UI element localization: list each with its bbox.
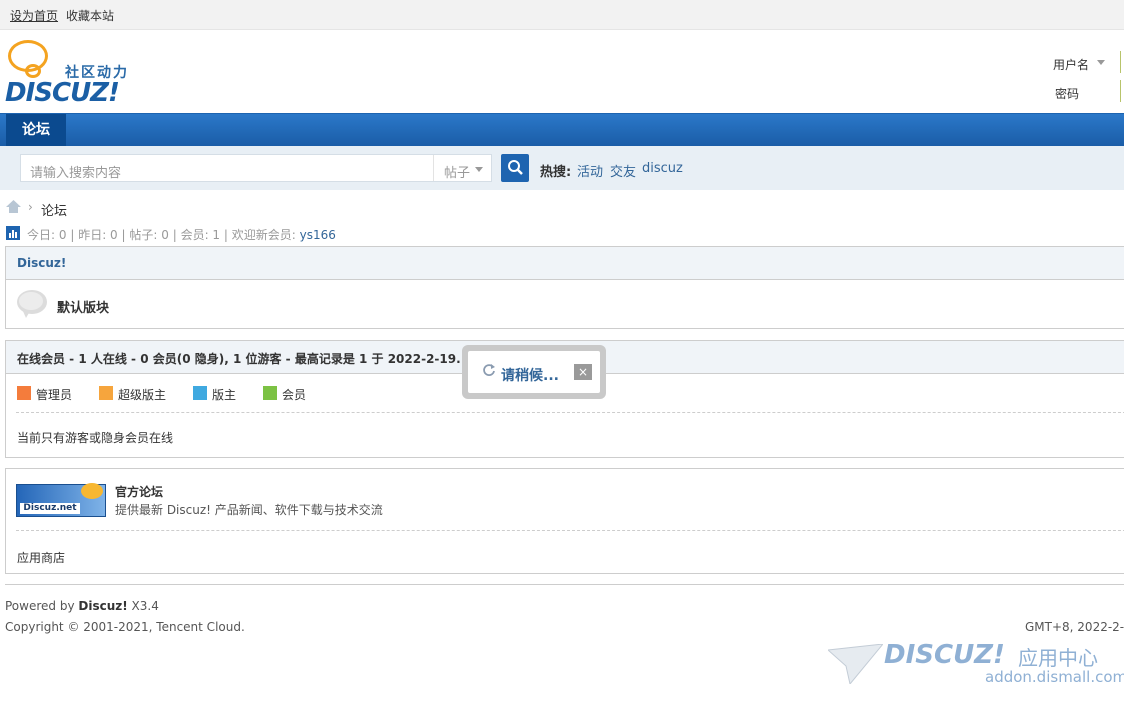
app-store-link[interactable]: 应用商店	[17, 549, 65, 566]
discuz-net-badge[interactable]: Discuz.net	[16, 483, 106, 517]
nav-tab-forum[interactable]: 论坛	[6, 114, 66, 147]
divider	[16, 530, 1124, 531]
forum-name[interactable]: 默认版块	[57, 297, 109, 316]
chevron-down-icon[interactable]	[1097, 60, 1105, 65]
admin-user-icon	[17, 386, 31, 400]
chevron-down-icon[interactable]	[475, 167, 483, 172]
stat-posts: 帖子: 0	[129, 228, 169, 242]
search-bar: 请输入搜索内容 帖子 热搜: 活动 交友 discuz	[0, 146, 1124, 190]
powered-by: Powered by Discuz! X3.4	[5, 599, 159, 613]
member-user-icon	[263, 386, 277, 400]
hot-search-label: 热搜:	[540, 165, 572, 180]
newest-member-link[interactable]: ys166	[300, 228, 336, 242]
category-header: Discuz!	[6, 247, 1124, 280]
password-label: 密码	[1055, 87, 1080, 101]
watermark: DISCUZ! 应用中心 addon.dismall.com	[828, 640, 1124, 700]
home-icon[interactable]	[6, 200, 21, 213]
search-icon	[508, 160, 523, 175]
hot-term-link[interactable]: 交友	[610, 161, 636, 180]
stats-icon	[6, 226, 20, 240]
loading-dialog: 请稍候... ×	[462, 345, 606, 399]
stat-members: 会员: 1	[180, 228, 221, 242]
stat-today: 今日: 0	[27, 228, 67, 242]
main-nav: 论坛	[0, 113, 1124, 147]
top-bar: 设为首页 收藏本站	[0, 0, 1124, 30]
legend-admin: 管理员	[36, 388, 73, 402]
logo-word: DISCUZ!	[5, 78, 120, 108]
welcome-label: 欢迎新会员:	[231, 228, 300, 242]
close-button[interactable]: ×	[574, 364, 592, 380]
version: X3.4	[127, 599, 159, 613]
badge-text: Discuz.net	[20, 503, 80, 514]
watermark-logo: DISCUZ!	[884, 640, 1005, 670]
password-field[interactable]	[1120, 80, 1124, 102]
bubble-icon	[81, 483, 103, 499]
search-input[interactable]: 请输入搜索内容 帖子	[20, 154, 492, 182]
server-time: GMT+8, 2022-2-19	[1025, 620, 1124, 634]
hot-term-link[interactable]: 活动	[577, 161, 603, 180]
footer-divider	[5, 584, 1124, 585]
forum-category: Discuz! 默认版块	[5, 246, 1124, 329]
online-empty-text: 当前只有游客或隐身会员在线	[17, 431, 174, 445]
stat-divider: |	[172, 228, 181, 242]
username-label[interactable]: 用户名	[1053, 56, 1089, 73]
category-title[interactable]: Discuz!	[17, 256, 66, 270]
stat-yesterday: 昨日: 0	[78, 228, 118, 242]
legend-super-mod: 超级版主	[118, 388, 167, 402]
search-type-select[interactable]: 帖子	[444, 162, 470, 181]
powered-prefix: Powered by	[5, 599, 79, 613]
search-placeholder: 请输入搜索内容	[30, 166, 122, 181]
paper-plane-icon	[828, 644, 883, 684]
set-home-link[interactable]: 设为首页	[10, 7, 58, 24]
site-logo[interactable]: 社区动力 DISCUZ!	[5, 38, 140, 108]
legend-mod: 版主	[212, 388, 237, 402]
stat-divider: |	[70, 228, 79, 242]
stats-line: 今日: 0 | 昨日: 0 | 帖子: 0 | 会员: 1 | 欢迎新会员: y…	[27, 226, 336, 243]
mod-user-icon	[193, 386, 207, 400]
online-title: 在线会员 - 1 人在线 - 0 会员(0 隐身), 1 位游客 - 最高记录是…	[17, 352, 461, 366]
link-description: 提供最新 Discuz! 产品新闻、软件下载与技术交流	[115, 503, 383, 517]
legend-member: 会员	[282, 388, 307, 402]
friend-links: Discuz.net 官方论坛 提供最新 Discuz! 产品新闻、软件下载与技…	[5, 468, 1124, 574]
username-field[interactable]	[1120, 51, 1124, 73]
breadcrumb-current[interactable]: 论坛	[41, 200, 67, 219]
bookmark-link[interactable]: 收藏本站	[66, 7, 114, 24]
powered-name-link[interactable]: Discuz!	[78, 599, 127, 613]
forum-icon[interactable]	[16, 289, 48, 319]
hot-term-link[interactable]: discuz	[642, 161, 683, 176]
divider	[16, 412, 1124, 413]
loading-dialog-body: 请稍候... ×	[468, 351, 600, 393]
watermark-cn: 应用中心	[1018, 646, 1098, 670]
watermark-url: addon.dismall.com	[985, 668, 1124, 686]
super-mod-user-icon	[99, 386, 113, 400]
search-button[interactable]	[501, 154, 529, 182]
link-title[interactable]: 官方论坛	[115, 483, 163, 500]
refresh-icon	[483, 364, 495, 376]
copyright: Copyright © 2001-2021, Tencent Cloud.	[5, 620, 245, 634]
bubble-tail-icon	[25, 64, 41, 78]
loading-text: 请稍候...	[501, 368, 559, 384]
breadcrumb-separator: ›	[28, 200, 33, 214]
divider	[433, 155, 434, 181]
stat-divider: |	[223, 228, 232, 242]
